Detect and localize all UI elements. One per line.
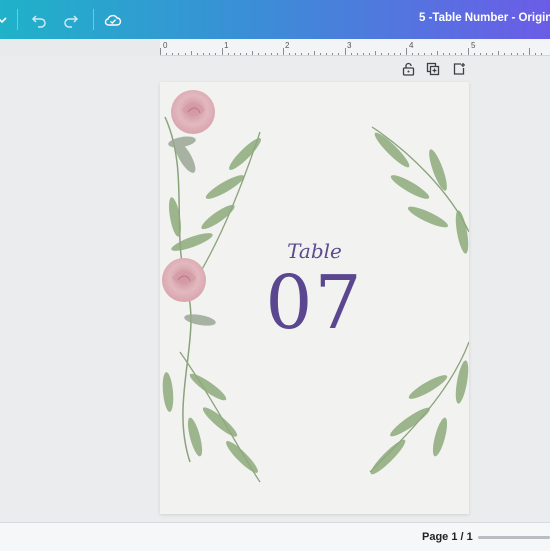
ruler-tick (381, 53, 383, 55)
ruler-tick (344, 48, 346, 55)
ruler-tick (541, 53, 543, 55)
ruler-tick (178, 53, 180, 55)
ruler-tick (504, 53, 506, 55)
ruler-tick (406, 48, 407, 55)
ruler-tick (350, 53, 352, 55)
ruler-tick (252, 51, 254, 55)
ruler-tick (190, 51, 192, 55)
ruler-tick (473, 53, 475, 55)
ruler-tick (418, 53, 420, 55)
ruler-tick (461, 53, 463, 55)
table-number[interactable]: 07 (160, 258, 469, 348)
ruler-tick (369, 53, 371, 55)
add-page-icon[interactable] (451, 61, 467, 77)
rose-top (171, 90, 215, 134)
ruler-tick (449, 53, 451, 55)
toolbar-divider (17, 9, 18, 30)
ruler-tick (221, 48, 223, 55)
cloud-save-icon[interactable] (103, 10, 123, 30)
ruler-tick (276, 53, 278, 55)
ruler-tick (424, 53, 426, 55)
undo-icon[interactable] (29, 10, 49, 30)
ruler-tick (264, 53, 266, 55)
ruler-tick (375, 51, 377, 55)
zoom-slider[interactable] (478, 536, 550, 539)
ruler-tick (522, 53, 524, 55)
ruler-tick (387, 53, 389, 55)
ruler-label: 1 (224, 41, 229, 50)
ruler-tick (356, 53, 358, 55)
toolbar-divider (93, 9, 94, 30)
ruler-tick (289, 53, 291, 55)
ruler-tick (270, 53, 272, 55)
ruler-tick (160, 48, 161, 55)
document-title[interactable]: 5 -Table Number - Original-V (419, 12, 550, 24)
ruler-tick (209, 53, 211, 55)
redo-icon[interactable] (61, 10, 81, 30)
top-toolbar: 5 -Table Number - Original-V (0, 0, 550, 39)
bottom-status-bar: Page 1 / 1 (0, 522, 550, 551)
ruler-tick (227, 53, 229, 55)
ruler-tick (258, 53, 260, 55)
ruler-tick (295, 53, 297, 55)
lock-icon[interactable] (400, 61, 416, 77)
ruler-tick (301, 53, 303, 55)
ruler-tick (529, 48, 530, 55)
ruler-tick (313, 51, 315, 55)
ruler-label: 3 (347, 41, 352, 50)
horizontal-ruler: 0 1 2 3 4 5 (160, 39, 550, 56)
ruler-tick (393, 53, 395, 55)
ruler-tick (498, 51, 500, 55)
menu-chevron-icon[interactable] (0, 10, 12, 30)
ruler-tick (467, 48, 469, 55)
ruler-tick (326, 53, 328, 55)
ruler-tick (510, 53, 512, 55)
ruler-tick (479, 53, 481, 55)
ruler-label: 4 (409, 41, 414, 50)
ruler-tick (436, 51, 438, 55)
design-page[interactable]: Table 07 (160, 82, 469, 514)
ruler-tick (485, 53, 487, 55)
ruler-tick (172, 53, 174, 55)
ruler-tick (319, 53, 321, 55)
ruler-label: 5 (471, 41, 476, 50)
ruler-tick (233, 53, 235, 55)
ruler-tick (307, 53, 309, 55)
ruler-tick (516, 53, 518, 55)
ruler-tick (399, 53, 401, 55)
ruler-label: 0 (163, 41, 168, 50)
ruler-tick (166, 53, 168, 55)
ruler-tick (412, 53, 414, 55)
ruler-tick (196, 53, 198, 55)
ruler-tick (492, 53, 494, 55)
page-indicator[interactable]: Page 1 / 1 (422, 531, 473, 543)
ruler-tick (535, 53, 537, 55)
ruler-tick (338, 53, 340, 55)
ruler-tick (203, 53, 205, 55)
ruler-tick (283, 48, 284, 55)
ruler-tick (184, 53, 186, 55)
ruler-tick (239, 53, 241, 55)
ruler-tick (362, 53, 364, 55)
ruler-tick (442, 53, 444, 55)
duplicate-page-icon[interactable] (425, 61, 441, 77)
ruler-tick (246, 53, 248, 55)
ruler-tick (215, 53, 217, 55)
ruler-tick (455, 53, 457, 55)
ruler-tick (430, 53, 432, 55)
ruler-label: 2 (285, 41, 290, 50)
ruler-tick (332, 53, 334, 55)
